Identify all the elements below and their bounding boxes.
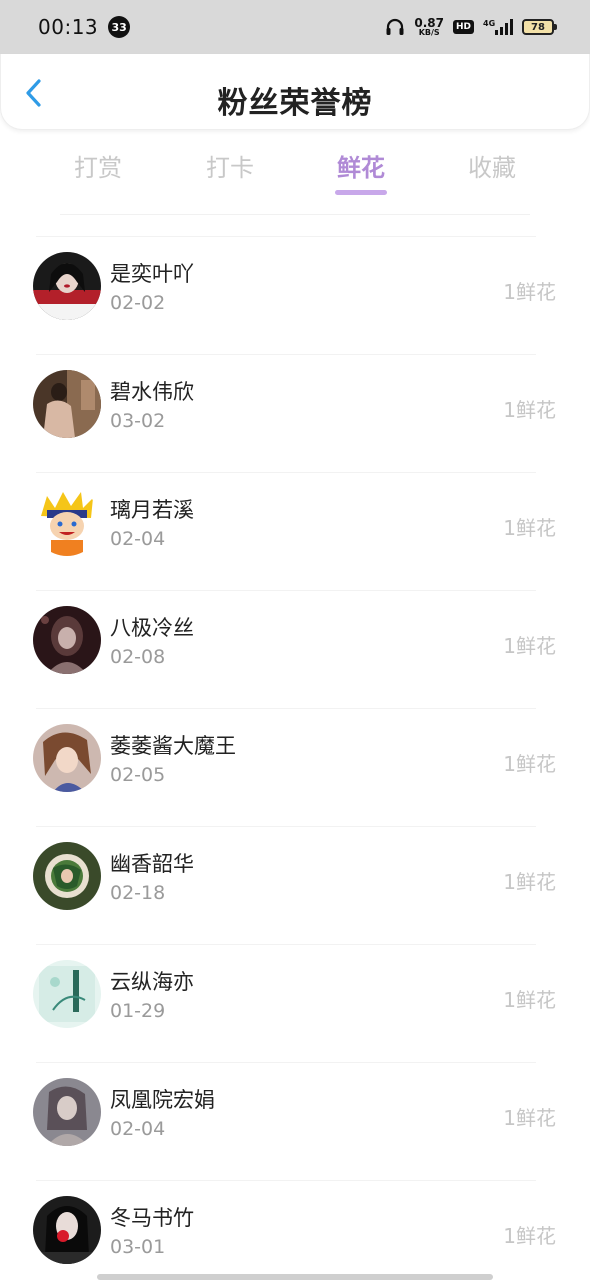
list-item[interactable]: 冬马书竹 03-01 1鲜花 (0, 1180, 590, 1280)
notification-badge: 33 (108, 16, 131, 38)
flower-count: 1鲜花 (503, 634, 556, 658)
row-divider (36, 944, 536, 945)
flower-count: 1鲜花 (503, 752, 556, 776)
tab-bar: 打赏 打卡 鲜花 收藏 (0, 140, 590, 200)
net-speed: 0.87 KB/S (414, 17, 444, 37)
tab-favorites[interactable]: 收藏 (442, 148, 542, 183)
avatar[interactable] (33, 252, 101, 320)
fan-name: 萎萎酱大魔王 (110, 734, 236, 758)
avatar[interactable] (33, 842, 101, 910)
fan-name: 是奕叶吖 (110, 262, 194, 286)
fan-date: 02-08 (110, 646, 166, 668)
fan-list: 是奕叶吖 02-02 1鲜花 碧水伟欣 03-02 1鲜花 璃月若溪 02-04… (0, 236, 590, 1280)
list-item[interactable]: 云纵海亦 01-29 1鲜花 (0, 944, 590, 1062)
flower-count: 1鲜花 (503, 516, 556, 540)
fan-name: 凤凰院宏娟 (110, 1088, 215, 1112)
row-divider (36, 1180, 536, 1181)
flower-count: 1鲜花 (503, 280, 556, 304)
tab-flowers[interactable]: 鲜花 (311, 148, 411, 183)
fan-name: 璃月若溪 (110, 498, 194, 522)
list-item[interactable]: 碧水伟欣 03-02 1鲜花 (0, 354, 590, 472)
hd-badge: HD (452, 20, 474, 34)
signal-icon: 4G (483, 18, 513, 36)
list-item[interactable]: 凤凰院宏娟 02-04 1鲜花 (0, 1062, 590, 1180)
list-item[interactable]: 璃月若溪 02-04 1鲜花 (0, 472, 590, 590)
tab-reward[interactable]: 打赏 (48, 148, 148, 183)
list-item[interactable]: 幽香韶华 02-18 1鲜花 (0, 826, 590, 944)
flower-count: 1鲜花 (503, 870, 556, 894)
fan-name: 冬马书竹 (110, 1206, 194, 1230)
fan-name: 幽香韶华 (110, 852, 194, 876)
fan-date: 02-04 (110, 1118, 166, 1140)
row-divider (36, 590, 536, 591)
flower-count: 1鲜花 (503, 398, 556, 422)
list-item[interactable]: 八极冷丝 02-08 1鲜花 (0, 590, 590, 708)
fan-date: 02-18 (110, 882, 166, 904)
row-divider (36, 354, 536, 355)
row-divider (36, 826, 536, 827)
fan-date: 02-04 (110, 528, 166, 550)
page-title: 粉丝荣誉榜 (217, 86, 373, 121)
avatar[interactable] (33, 1078, 101, 1146)
tab-checkin[interactable]: 打卡 (180, 148, 280, 183)
flower-count: 1鲜花 (503, 988, 556, 1012)
status-left: 00:13 33 (38, 15, 131, 39)
tabs-divider (60, 214, 530, 215)
avatar[interactable] (33, 488, 101, 556)
row-divider (36, 1062, 536, 1063)
fan-name: 碧水伟欣 (110, 380, 194, 404)
row-divider (36, 236, 536, 237)
battery-icon: 78 (522, 19, 557, 35)
list-item[interactable]: 萎萎酱大魔王 02-05 1鲜花 (0, 708, 590, 826)
fan-date: 03-02 (110, 410, 166, 432)
status-time: 00:13 (38, 15, 99, 39)
avatar[interactable] (33, 1196, 101, 1264)
fan-date: 02-02 (110, 292, 166, 314)
list-item[interactable]: 是奕叶吖 02-02 1鲜花 (0, 236, 590, 354)
status-right: 0.87 KB/S HD 4G 78 (385, 17, 557, 37)
fan-date: 02-05 (110, 764, 166, 786)
tab-active-indicator (335, 190, 387, 195)
net-speed-unit: KB/S (418, 28, 440, 37)
row-divider (36, 708, 536, 709)
flower-count: 1鲜花 (503, 1106, 556, 1130)
row-divider (36, 472, 536, 473)
avatar[interactable] (33, 606, 101, 674)
fan-name: 云纵海亦 (110, 970, 194, 994)
headphones-icon (385, 18, 405, 36)
flower-count: 1鲜花 (503, 1224, 556, 1248)
network-type: 4G (483, 19, 495, 28)
home-indicator (97, 1274, 493, 1280)
avatar[interactable] (33, 370, 101, 438)
avatar[interactable] (33, 960, 101, 1028)
status-bar: 00:13 33 0.87 KB/S HD 4G 78 (0, 0, 590, 54)
header: 粉丝荣誉榜 (0, 54, 590, 130)
fan-date: 01-29 (110, 1000, 166, 1022)
fan-date: 03-01 (110, 1236, 166, 1258)
avatar[interactable] (33, 724, 101, 792)
fan-name: 八极冷丝 (110, 616, 194, 640)
